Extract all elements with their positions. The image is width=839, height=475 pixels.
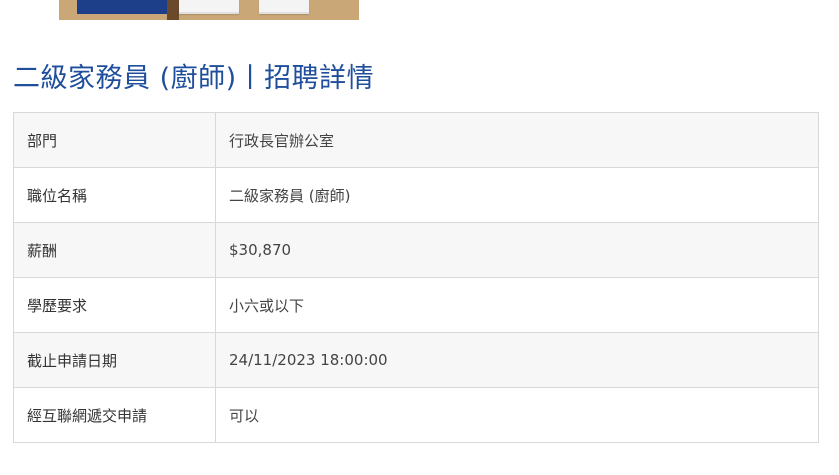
row-value-online-application: 可以	[215, 387, 819, 443]
job-details-table: 部門 行政長官辦公室 職位名稱 二級家務員 (廚師) 薪酬 $30,870 學歷…	[13, 112, 819, 443]
row-value-deadline: 24/11/2023 18:00:00	[215, 332, 819, 388]
hero-image-photo-card	[259, 0, 309, 14]
row-label-education: 學歷要求	[13, 277, 216, 333]
row-value-education: 小六或以下	[215, 277, 819, 333]
hero-image-shadow	[167, 0, 179, 20]
hero-image-photo-card	[179, 0, 239, 14]
row-label-online-application: 經互聯網遞交申請	[13, 387, 216, 443]
hero-image-blue-panel	[77, 0, 167, 14]
row-label-department: 部門	[13, 112, 216, 168]
row-value-salary: $30,870	[215, 222, 819, 278]
table-row: 職位名稱 二級家務員 (廚師)	[13, 167, 819, 223]
table-row: 薪酬 $30,870	[13, 222, 819, 278]
page-title: 二級家務員 (廚師)丨招聘詳情	[13, 63, 375, 94]
table-row: 截止申請日期 24/11/2023 18:00:00	[13, 332, 819, 388]
row-label-salary: 薪酬	[13, 222, 216, 278]
row-label-deadline: 截止申請日期	[13, 332, 216, 388]
row-value-department: 行政長官辦公室	[215, 112, 819, 168]
hero-image-bottom-edge	[59, 0, 359, 20]
row-label-position: 職位名稱	[13, 167, 216, 223]
row-value-position: 二級家務員 (廚師)	[215, 167, 819, 223]
table-row: 部門 行政長官辦公室	[13, 112, 819, 168]
table-row: 學歷要求 小六或以下	[13, 277, 819, 333]
table-row: 經互聯網遞交申請 可以	[13, 387, 819, 443]
